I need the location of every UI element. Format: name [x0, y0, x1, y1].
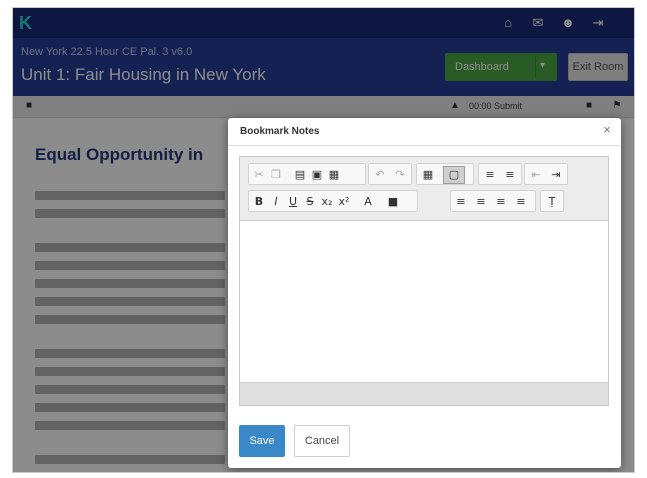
undo-icon[interactable]: ↶	[373, 168, 387, 182]
remove-format-icon[interactable]: Ṭ	[545, 195, 559, 209]
table-icon[interactable]: ▦	[421, 168, 435, 182]
justify-icon[interactable]: ≡	[514, 195, 528, 209]
underline-icon[interactable]: U	[286, 195, 300, 209]
cut-icon[interactable]: ✂	[252, 168, 266, 182]
dialog-header: Bookmark Notes ×	[228, 118, 621, 146]
bookmark-notes-dialog: Bookmark Notes × ✂ ❐ ▤ ▣ ▦ ↶ ↷ ▦ ▢ ≡ ≡ ⇤…	[228, 118, 621, 468]
save-button[interactable]: Save	[239, 425, 285, 457]
clipboard-group: ✂ ❐ ▤ ▣ ▦	[248, 163, 366, 185]
paste-word-icon[interactable]: ▦	[327, 168, 341, 182]
subscript-icon[interactable]: x₂	[320, 195, 334, 209]
numbered-list-icon[interactable]: ≡	[483, 168, 497, 182]
redo-icon[interactable]: ↷	[393, 168, 407, 182]
paste-text-icon[interactable]: ▣	[310, 168, 324, 182]
bold-icon[interactable]: B	[252, 195, 266, 209]
text-color-icon[interactable]: A	[361, 195, 375, 209]
indent-icon[interactable]: ⇥	[549, 168, 563, 182]
superscript-icon[interactable]: x²	[337, 195, 351, 209]
format-group: B I U S x₂ x² A ■	[248, 190, 418, 212]
cancel-button[interactable]: Cancel	[294, 425, 350, 457]
list-group: ≡ ≡	[478, 163, 522, 185]
editor-status-bar	[240, 382, 608, 405]
align-group: ≡ ≡ ≡ ≡	[450, 190, 536, 212]
paste-icon[interactable]: ▤	[293, 168, 307, 182]
insert-group: ▦ ▢	[416, 163, 474, 185]
copy-icon[interactable]: ❐	[269, 168, 283, 182]
notes-text-area[interactable]	[240, 222, 608, 382]
app-frame: K ⌂ ✉ ☻ ⇥ New York 22.5 Hour CE Pal. 3 v…	[12, 7, 635, 473]
comment-icon[interactable]: ▢	[443, 166, 465, 184]
strikethrough-icon[interactable]: S	[303, 195, 317, 209]
clear-format-group: Ṭ	[540, 190, 564, 212]
outdent-icon[interactable]: ⇤	[529, 168, 543, 182]
dialog-title: Bookmark Notes	[240, 126, 320, 137]
align-center-icon[interactable]: ≡	[474, 195, 488, 209]
rich-text-editor: ✂ ❐ ▤ ▣ ▦ ↶ ↷ ▦ ▢ ≡ ≡ ⇤ ⇥ B I U S x₂ x² …	[239, 156, 609, 406]
align-right-icon[interactable]: ≡	[494, 195, 508, 209]
bulleted-list-icon[interactable]: ≡	[503, 168, 517, 182]
background-color-icon[interactable]: ■	[386, 195, 400, 209]
close-icon[interactable]: ×	[600, 123, 614, 137]
editor-toolbar: ✂ ❐ ▤ ▣ ▦ ↶ ↷ ▦ ▢ ≡ ≡ ⇤ ⇥ B I U S x₂ x² …	[240, 157, 608, 221]
italic-icon[interactable]: I	[269, 195, 283, 209]
align-left-icon[interactable]: ≡	[454, 195, 468, 209]
undo-group: ↶ ↷	[368, 163, 412, 185]
indent-group: ⇤ ⇥	[524, 163, 568, 185]
